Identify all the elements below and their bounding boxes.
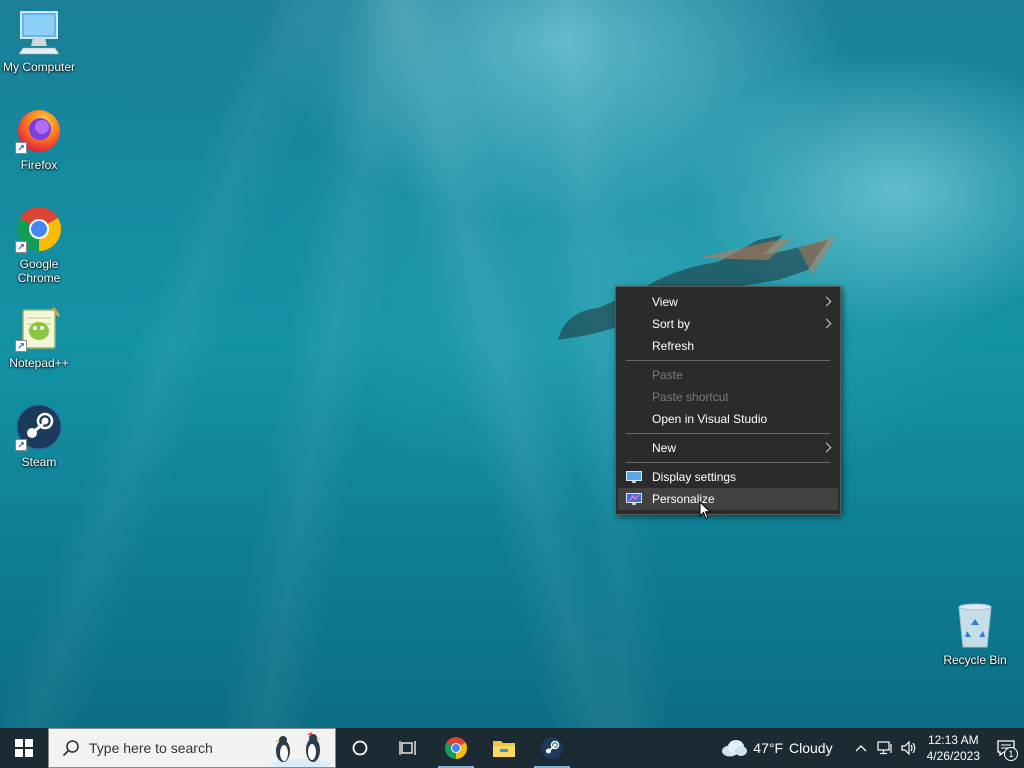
cloud-icon (722, 740, 748, 757)
menu-separator (626, 360, 830, 361)
desktop-icon-label: Recycle Bin (943, 653, 1007, 667)
submenu-arrow-icon (821, 318, 832, 329)
mouse-cursor-icon (699, 501, 711, 520)
desktop-icon-label: Notepad++ (9, 356, 69, 370)
desktop-icon-label: Steam (21, 455, 57, 469)
desktop-icon-recycle-bin[interactable]: Recycle Bin (937, 601, 1013, 667)
desktop-icon-notepadpp[interactable]: ↗ Notepad++ (1, 304, 77, 370)
speaker-icon (901, 741, 915, 755)
menu-separator (626, 462, 830, 463)
weather-condition: Cloudy (789, 740, 833, 756)
task-view-button[interactable] (384, 728, 432, 768)
cortana-icon (352, 740, 368, 756)
notification-count-badge: 1 (1004, 747, 1018, 761)
submenu-arrow-icon (821, 442, 832, 453)
steam-icon (541, 737, 563, 759)
desktop-context-menu: View Sort by Refresh Paste Paste shortcu… (615, 286, 841, 515)
menu-item-refresh[interactable]: Refresh (618, 335, 838, 357)
menu-item-new[interactable]: New (618, 437, 838, 459)
taskbar-search-box[interactable]: Type here to search (48, 728, 336, 768)
volume-button[interactable] (897, 728, 921, 768)
shortcut-arrow-icon: ↗ (15, 439, 27, 451)
clock-time: 12:13 AM (927, 733, 979, 747)
desktop-icon-google-chrome[interactable]: ↗ Google Chrome (1, 205, 77, 285)
action-center-button[interactable]: 1 (988, 728, 1024, 768)
start-button[interactable] (0, 728, 48, 768)
menu-item-label: Paste (652, 368, 683, 382)
weather-widget[interactable]: 47°F Cloudy (721, 739, 838, 757)
menu-item-label: Display settings (652, 470, 737, 484)
menu-item-paste-shortcut: Paste shortcut (618, 386, 838, 408)
desktop-icon-steam[interactable]: ↗ Steam (1, 403, 77, 469)
system-tray: 47°F Cloudy 12:13 AM 4/26/2023 1 (721, 728, 1024, 768)
search-placeholder: Type here to search (89, 740, 213, 756)
desktop-icon-firefox[interactable]: ↗ Firefox (1, 106, 77, 172)
windows-logo-icon (15, 739, 33, 757)
shortcut-arrow-icon: ↗ (15, 241, 27, 253)
taskbar-chrome-button[interactable] (432, 728, 480, 768)
recycle-bin-icon (958, 603, 992, 648)
menu-item-label: View (652, 295, 678, 309)
desktop-icon-label: My Computer (2, 60, 76, 74)
taskbar-file-explorer-button[interactable] (480, 728, 528, 768)
chrome-icon (445, 737, 467, 759)
menu-item-open-in-visual-studio[interactable]: Open in Visual Studio (618, 408, 838, 430)
menu-item-label: Refresh (652, 339, 695, 353)
menu-item-label: New (652, 441, 677, 455)
show-hidden-icons-button[interactable] (849, 728, 873, 768)
task-view-icon (399, 741, 416, 755)
computer-icon (18, 11, 60, 55)
shortcut-arrow-icon: ↗ (15, 142, 27, 154)
menu-separator (626, 433, 830, 434)
desktop-icon-my-computer[interactable]: My Computer (1, 8, 77, 74)
clock-date: 4/26/2023 (926, 749, 980, 763)
submenu-arrow-icon (821, 296, 832, 307)
display-icon (626, 471, 642, 483)
network-button[interactable] (873, 728, 897, 768)
file-explorer-icon (493, 741, 515, 757)
network-icon (877, 741, 892, 755)
cortana-button[interactable] (336, 728, 384, 768)
menu-item-view[interactable]: View (618, 291, 838, 313)
chevron-up-icon (855, 745, 867, 752)
weather-temperature: 47°F (753, 740, 784, 756)
desktop-icon-label: Firefox (20, 158, 58, 172)
search-icon (62, 740, 79, 757)
wallpaper-rays (0, 0, 1024, 728)
taskbar-clock[interactable]: 12:13 AM 4/26/2023 (927, 732, 980, 764)
menu-item-sort-by[interactable]: Sort by (618, 313, 838, 335)
taskbar: Type here to search 47°F Cloudy 12:13 AM… (0, 728, 1024, 768)
menu-item-personalize[interactable]: Personalize (618, 488, 838, 510)
search-highlight-penguins-icon (271, 732, 331, 767)
taskbar-steam-button[interactable] (528, 728, 576, 768)
personalize-icon (626, 493, 642, 505)
shortcut-arrow-icon: ↗ (15, 340, 27, 352)
menu-item-label: Open in Visual Studio (652, 412, 768, 426)
menu-item-display-settings[interactable]: Display settings (618, 466, 838, 488)
desktop-icon-label: Google Chrome (17, 257, 61, 285)
menu-item-label: Paste shortcut (652, 390, 729, 404)
menu-item-paste: Paste (618, 364, 838, 386)
menu-item-label: Sort by (652, 317, 691, 331)
